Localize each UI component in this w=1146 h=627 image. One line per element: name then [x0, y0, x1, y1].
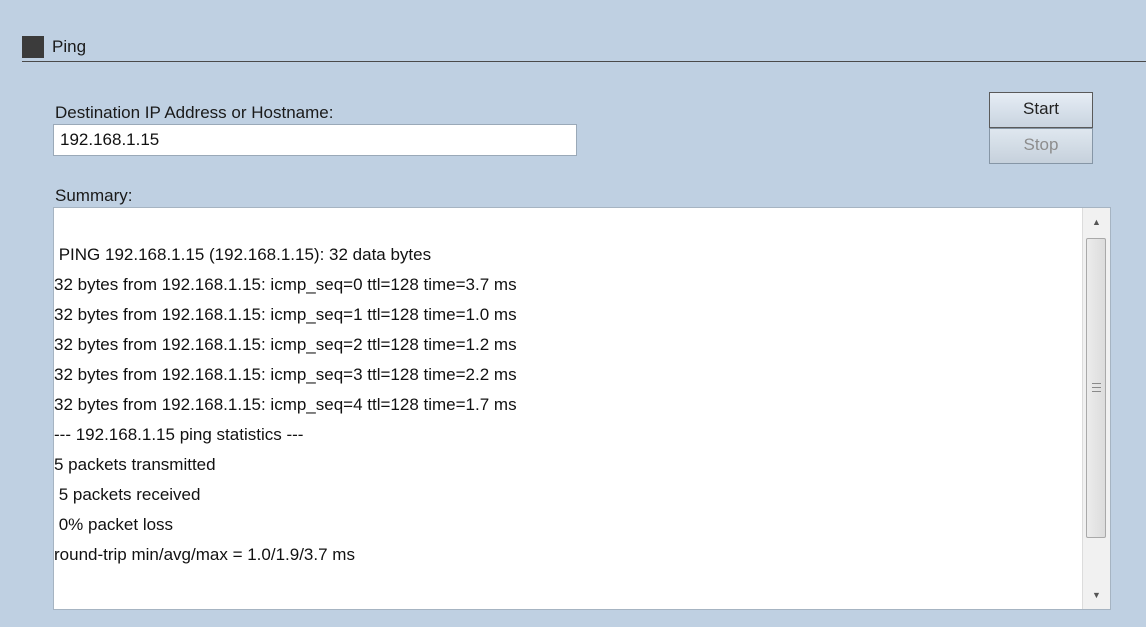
summary-line: 32 bytes from 192.168.1.15: icmp_seq=1 t… — [54, 305, 517, 324]
summary-line: 5 packets received — [54, 485, 201, 504]
summary-line: 32 bytes from 192.168.1.15: icmp_seq=2 t… — [54, 335, 517, 354]
summary-line: 5 packets transmitted — [54, 455, 216, 474]
summary-line: PING 192.168.1.15 (192.168.1.15): 32 dat… — [54, 245, 432, 264]
summary-line: 32 bytes from 192.168.1.15: icmp_seq=0 t… — [54, 275, 517, 294]
destination-label: Destination IP Address or Hostname: — [55, 103, 334, 122]
section-header: Ping — [22, 34, 1146, 62]
scroll-up-arrow-icon[interactable]: ▲ — [1083, 212, 1110, 232]
summary-line: round-trip min/avg/max = 1.0/1.9/3.7 ms — [54, 545, 355, 564]
scroll-thumb[interactable] — [1086, 238, 1106, 538]
summary-line: 32 bytes from 192.168.1.15: icmp_seq=4 t… — [54, 395, 517, 414]
summary-line: --- 192.168.1.15 ping statistics --- — [54, 425, 304, 444]
summary-label: Summary: — [55, 186, 133, 205]
section-title: Ping — [52, 37, 87, 56]
stop-button[interactable]: Stop — [989, 128, 1093, 164]
destination-input[interactable] — [53, 124, 577, 156]
summary-output: PING 192.168.1.15 (192.168.1.15): 32 dat… — [54, 240, 1082, 570]
summary-textarea[interactable]: PING 192.168.1.15 (192.168.1.15): 32 dat… — [53, 207, 1111, 610]
section-square-icon — [22, 36, 44, 58]
summary-line: 0% packet loss — [54, 515, 174, 534]
start-button[interactable]: Start — [989, 92, 1093, 128]
summary-line: 32 bytes from 192.168.1.15: icmp_seq=3 t… — [54, 365, 517, 384]
scroll-grip-icon — [1092, 383, 1101, 392]
summary-scrollbar[interactable]: ▲ ▼ — [1082, 208, 1110, 609]
scroll-down-arrow-icon[interactable]: ▼ — [1083, 585, 1110, 605]
